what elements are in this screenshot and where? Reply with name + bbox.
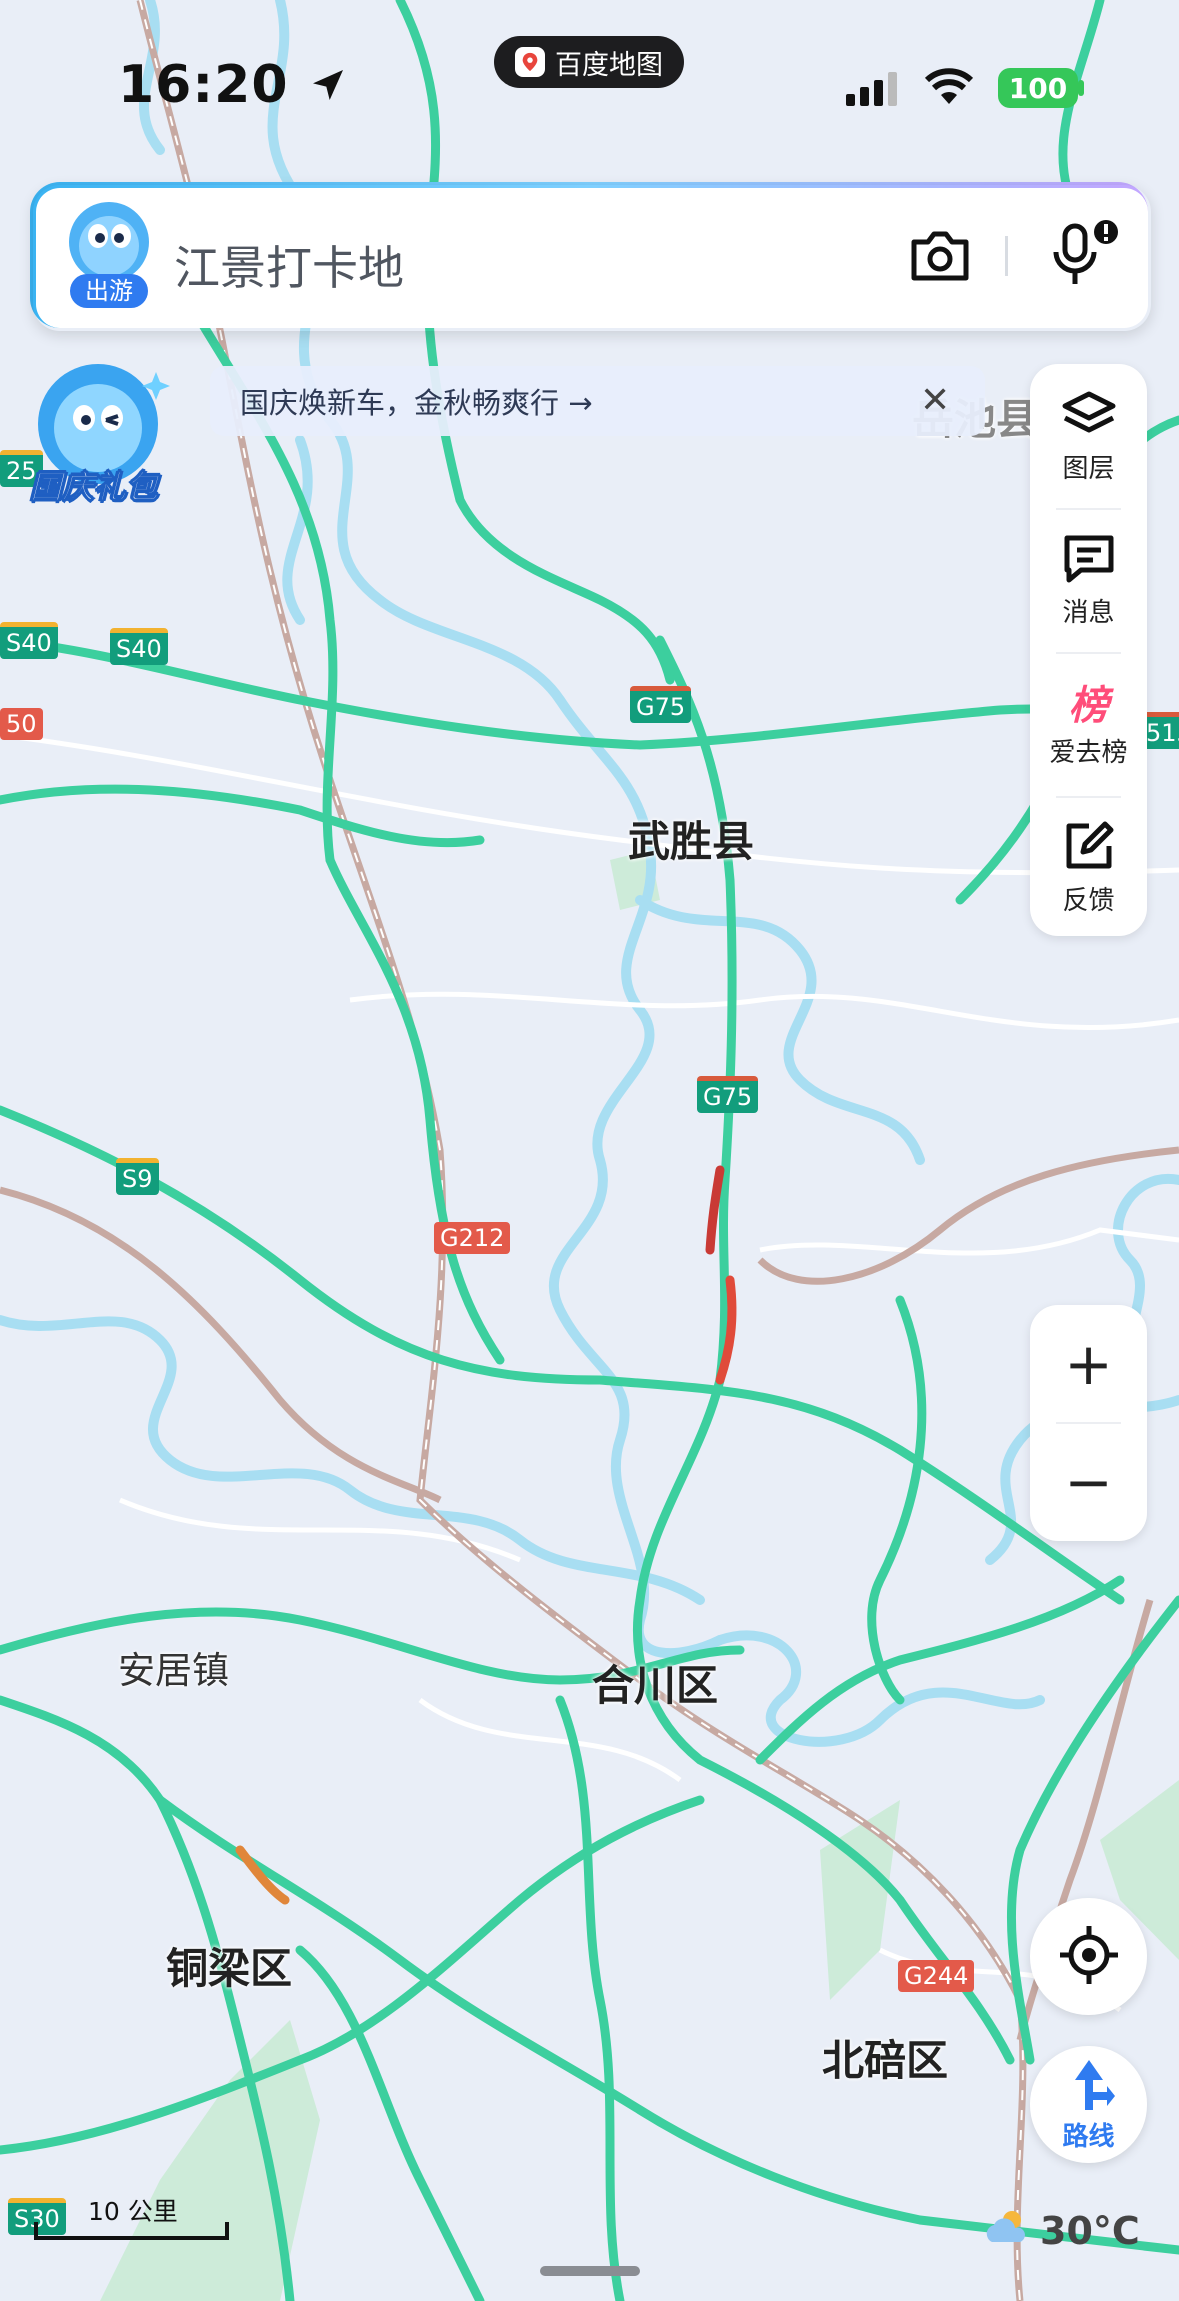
layers-label: 图层 [1062,454,1115,484]
travel-mascot-avatar[interactable]: 出游 [66,200,152,310]
temperature-label: 30°C [1040,2208,1140,2253]
messages-label: 消息 [1062,598,1115,628]
zoom-control: + − [1030,1305,1147,1541]
place-label-anju[interactable]: 安居镇 [118,1640,229,1694]
route-label: 路线 [1062,2122,1115,2152]
avatar-badge: 出游 [70,274,148,308]
app-indicator-label: 百度地图 [555,49,663,81]
zoom-in-button[interactable]: + [1030,1305,1147,1423]
microphone-icon[interactable] [1046,218,1120,294]
route-button[interactable]: 路线 [1030,2046,1147,2163]
baidu-map-logo-icon [515,47,545,77]
layers-button[interactable]: 图层 [1030,390,1147,485]
promo-banner[interactable]: 国庆焕新车，金秋畅爽行 → [210,366,985,436]
search-input[interactable]: 江景打卡地 [174,232,404,298]
message-icon [1061,532,1117,588]
promo-banner-text: 国庆焕新车，金秋畅爽行 → [240,386,593,420]
ranking-label: 爱去榜 [1049,738,1128,768]
feedback-icon [1061,820,1117,876]
road-shield-s40: S40 [110,628,168,665]
map-tools-panel: 图层 消息 榜 爱去榜 反馈 [1030,364,1147,936]
feedback-label: 反馈 [1062,886,1115,916]
feedback-button[interactable]: 反馈 [1030,820,1147,917]
place-label-wusheng[interactable]: 武胜县 [628,808,754,869]
close-icon[interactable]: ✕ [920,380,950,421]
home-indicator[interactable] [540,2266,640,2276]
location-arrow-icon [308,58,348,118]
status-time: 16:20 [118,55,348,118]
weather-widget[interactable]: 30°C [982,2206,1140,2255]
messages-button[interactable]: 消息 [1030,532,1147,629]
locate-button[interactable] [1030,1898,1147,2015]
road-shield-g244: G244 [898,1960,975,1992]
cellular-signal-icon [846,72,902,110]
road-shield-g75: G75 [630,686,692,723]
scale-bar [34,2222,229,2240]
national-day-gift-button[interactable]: 国庆礼包 [26,362,176,512]
road-shield-s40: S40 [0,622,58,659]
road-shield-edge: 50 [0,708,43,740]
place-label-hechuan[interactable]: 合川区 [592,1652,718,1713]
layers-icon [1061,390,1117,444]
zoom-out-button[interactable]: − [1030,1423,1147,1541]
camera-icon[interactable] [908,228,972,288]
route-arrow-icon [1061,2056,1117,2116]
road-shield-s9: S9 [116,1158,159,1195]
locate-icon [1058,1924,1120,1990]
place-label-tongliang[interactable]: 铜梁区 [166,1935,292,1996]
battery-cap [1078,80,1084,96]
gift-label: 国庆礼包 [29,468,159,507]
road-shield-g212: G212 [434,1222,511,1254]
ranking-icon: 榜 [1068,683,1109,729]
ranking-button[interactable]: 榜 爱去榜 [1030,676,1147,769]
partly-cloudy-icon [982,2206,1032,2255]
battery-indicator: 100 [998,68,1078,108]
wifi-icon [924,66,974,110]
road-shield-g75: G75 [697,1076,759,1113]
place-label-beibei[interactable]: 北碚区 [822,2027,948,2088]
app-indicator[interactable]: 百度地图 [494,36,684,88]
search-divider [1005,236,1008,276]
